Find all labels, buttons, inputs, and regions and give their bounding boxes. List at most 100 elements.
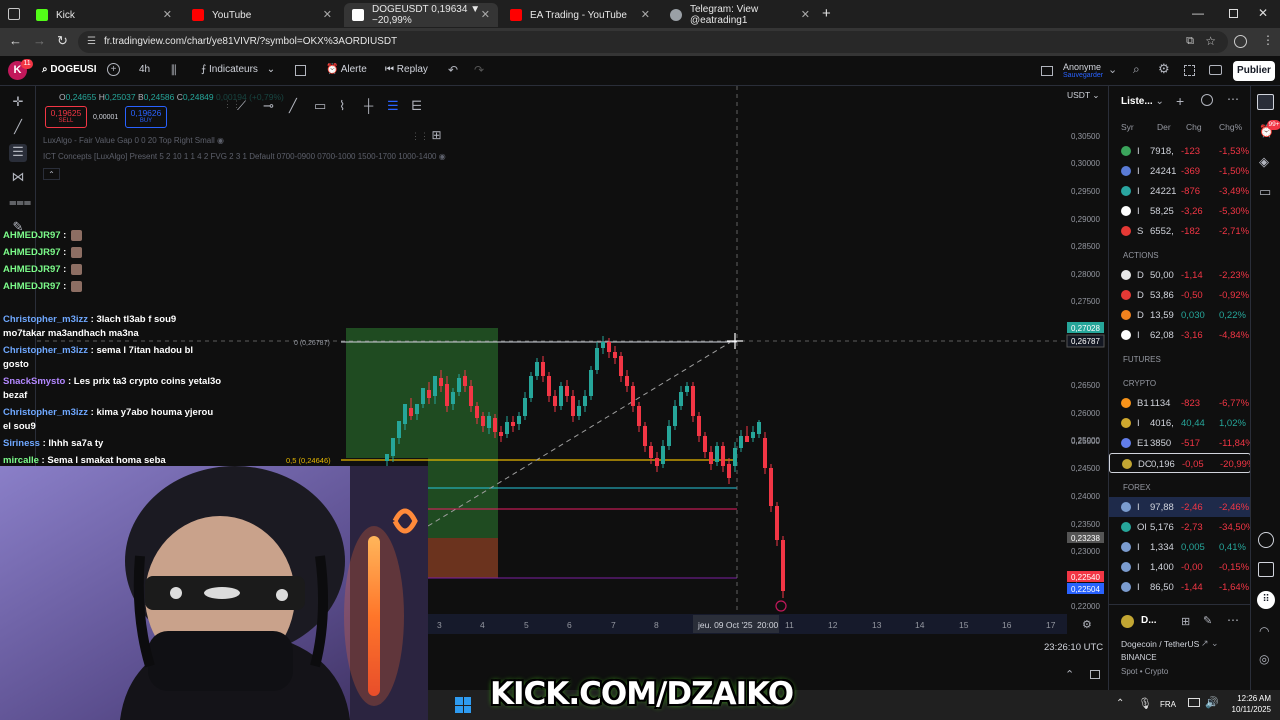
close-icon[interactable]: ✕: [480, 8, 490, 21]
watchlist-row[interactable]: I 1,400 -0,00 -0,15%: [1109, 557, 1251, 577]
crosshair-icon[interactable]: ✛: [9, 94, 27, 112]
forecast-icon[interactable]: ⩶: [9, 194, 31, 212]
translate-icon[interactable]: ⧉: [1186, 35, 1194, 48]
sell-button[interactable]: 0,19625 SELL: [45, 106, 87, 128]
grid-dots-icon[interactable]: ⠿: [1257, 591, 1275, 609]
help-icon[interactable]: ◎: [1259, 652, 1269, 666]
widget-icon[interactable]: [1201, 94, 1213, 106]
utc-clock[interactable]: 23:26:10 UTC: [1044, 642, 1103, 653]
pattern-icon[interactable]: ⋈: [9, 169, 27, 187]
trend-line-icon[interactable]: ╱: [9, 119, 27, 137]
detail-symbol[interactable]: D...: [1141, 615, 1157, 626]
taskbar-date[interactable]: 10/11/2025: [1223, 705, 1271, 714]
more-dots-icon[interactable]: ⋯: [1227, 92, 1239, 106]
horizontal-line-icon[interactable]: ⊸: [263, 98, 274, 114]
profile-icon[interactable]: [1234, 35, 1247, 48]
long-position-stop-zone[interactable]: [428, 538, 498, 578]
interval-button[interactable]: 4h: [139, 64, 150, 75]
watchlist-row[interactable]: I 4016, 40,44 1,02%: [1109, 413, 1251, 433]
fib-retracement-icon[interactable]: ☰: [387, 98, 399, 114]
ray-icon[interactable]: ╱: [289, 98, 297, 114]
signal-icon[interactable]: ◠: [1259, 624, 1269, 638]
indicators-button[interactable]: ⨍ Indicateurs ⌄: [201, 64, 275, 75]
close-icon[interactable]: ✕: [323, 8, 332, 21]
windows-start-icon[interactable]: [455, 697, 471, 713]
zoom-icon[interactable]: ⌕: [1133, 62, 1140, 77]
eye-icon[interactable]: ◉: [217, 136, 224, 145]
chat-username[interactable]: AHMEDJR97: [3, 264, 61, 275]
tab-tradingview[interactable]: DOGEUSDT 0,19634 ▼ −20,99% ✕: [344, 3, 498, 27]
grid-icon[interactable]: ⊞: [1181, 615, 1190, 628]
col-change-pct[interactable]: Chg%: [1219, 122, 1242, 132]
target-icon[interactable]: [1258, 532, 1274, 548]
indicator-fvg-label[interactable]: LuxAlgo - Fair Value Gap 0 0 20 Top Righ…: [43, 136, 224, 145]
close-icon[interactable]: ✕: [641, 8, 650, 21]
reload-icon[interactable]: ↻: [57, 33, 68, 49]
currency-selector[interactable]: USDT ⌄: [1067, 90, 1100, 101]
chevron-up-icon[interactable]: ⌃: [1116, 698, 1124, 709]
undo-icon[interactable]: ↶: [448, 63, 458, 77]
minimize-icon[interactable]: —: [1192, 6, 1204, 20]
watchlist-row[interactable]: D 53,86 -0,50 -0,92%: [1109, 285, 1251, 305]
bookmark-star-icon[interactable]: ☆: [1205, 34, 1216, 48]
site-info-icon[interactable]: ☰: [87, 36, 96, 47]
watchlist-row[interactable]: I 1,334 0,005 0,41%: [1109, 537, 1251, 557]
watchlist-row[interactable]: DC 0,196 -0,05 -20,99%: [1109, 453, 1255, 473]
window-close-icon[interactable]: ✕: [1258, 6, 1268, 20]
fib-icon[interactable]: ☰: [9, 144, 27, 162]
taskbar-time[interactable]: 12:26 AM: [1231, 694, 1271, 703]
chat-icon[interactable]: ▭: [1259, 184, 1271, 200]
tab-ea-trading[interactable]: EA Trading - YouTube ✕: [502, 3, 658, 27]
rectangle-icon[interactable]: ▭: [314, 98, 326, 114]
detail-name[interactable]: Dogecoin / TetherUS: [1121, 639, 1199, 649]
watchlist-row[interactable]: I 7918, -123 -1,53%: [1109, 141, 1251, 161]
add-symbol-icon[interactable]: +: [1176, 93, 1184, 109]
chat-username[interactable]: mircalle: [3, 455, 39, 466]
close-icon[interactable]: ✕: [801, 8, 810, 21]
fib-fan-icon[interactable]: ⋿: [411, 98, 422, 114]
buy-button[interactable]: 0,19626 BUY: [125, 106, 167, 128]
chat-username[interactable]: AHMEDJR97: [3, 247, 61, 258]
edit-icon[interactable]: ✎: [1203, 614, 1212, 627]
watchlist-row[interactable]: I 24241 -369 -1,50%: [1109, 161, 1251, 181]
eye-icon[interactable]: ◉: [439, 152, 446, 161]
alert-button[interactable]: ⏰ Alerte: [326, 64, 367, 75]
save-label[interactable]: Sauvegarder: [1063, 72, 1103, 79]
section-actions[interactable]: ACTIONS: [1123, 251, 1159, 260]
lightning-event-icon[interactable]: [775, 600, 787, 612]
watchlist-row[interactable]: I 97,88 -2,46 -2,46%: [1109, 497, 1251, 517]
watchlist-row[interactable]: E1 3850 -517 -11,84%: [1109, 433, 1254, 453]
path-icon[interactable]: ⌇: [339, 98, 345, 114]
section-futures[interactable]: FUTURES: [1123, 355, 1161, 364]
redo-icon[interactable]: ↷: [474, 63, 484, 77]
camera-icon[interactable]: [1209, 65, 1222, 75]
layouts-icon[interactable]: [295, 65, 306, 76]
tab-search-icon[interactable]: [8, 8, 20, 20]
mic-icon[interactable]: 🎙: [1138, 697, 1152, 710]
chat-username[interactable]: Christopher_m3izz: [3, 407, 88, 418]
watchlist-row[interactable]: I 86,50 -1,44 -1,64%: [1109, 577, 1251, 597]
col-change[interactable]: Chg: [1186, 122, 1202, 132]
candle-style-icon[interactable]: ⫼: [171, 63, 177, 78]
layout-toggle-icon[interactable]: [1041, 66, 1053, 76]
gear-icon[interactable]: ⚙: [1158, 61, 1170, 77]
drag-handle-icon[interactable]: ⋮⋮: [411, 131, 432, 141]
chat-username[interactable]: Christopher_m3izz: [3, 314, 88, 325]
section-forex[interactable]: FOREX: [1123, 483, 1151, 492]
back-icon[interactable]: ←: [9, 33, 22, 48]
chat-username[interactable]: Christopher_m3izz: [3, 345, 88, 356]
language-indicator[interactable]: FRA: [1160, 700, 1176, 709]
tab-kick[interactable]: Kick ✕: [28, 3, 180, 27]
calendar-icon[interactable]: [1258, 562, 1274, 577]
watchlist-row[interactable]: I 62,08 -3,16 -4,84%: [1109, 325, 1251, 345]
object-tree-icon[interactable]: ⋮⋮ ⊞: [411, 128, 442, 142]
url-field[interactable]: ☰ fr.tradingview.com/chart/ye81VIVR/?sym…: [78, 31, 1228, 53]
line-tool-icon[interactable]: ⟋: [237, 98, 246, 114]
publish-button[interactable]: Publier: [1233, 61, 1275, 81]
symbol-search[interactable]: ⌕ DOGEUSI: [42, 64, 97, 75]
watchlist-title[interactable]: Liste... ⌄: [1121, 96, 1164, 107]
new-tab-icon[interactable]: +: [822, 5, 831, 22]
user-label[interactable]: Anonyme: [1063, 62, 1101, 72]
volume-icon[interactable]: 🔊: [1205, 696, 1219, 709]
network-icon[interactable]: [1188, 698, 1200, 707]
